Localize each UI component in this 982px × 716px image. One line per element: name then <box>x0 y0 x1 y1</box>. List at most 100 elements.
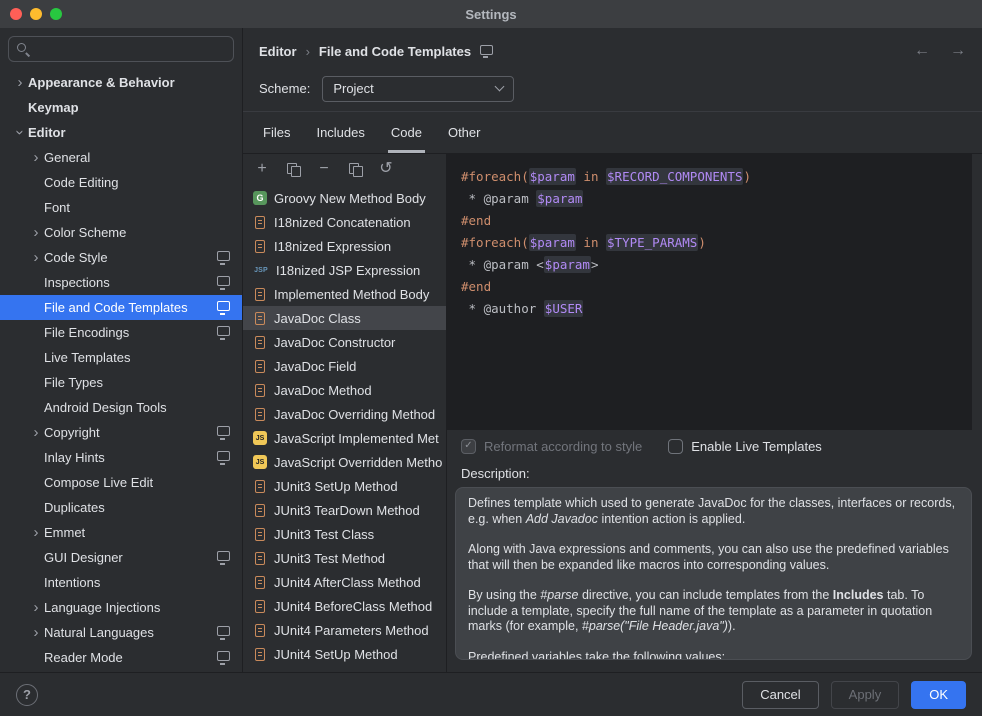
sidebar-item-compose-live-edit[interactable]: Compose Live Edit <box>0 470 242 495</box>
sidebar-item-language-injections[interactable]: ›Language Injections <box>0 595 242 620</box>
chevron-right-icon[interactable]: › <box>28 425 44 440</box>
sidebar-item-intentions[interactable]: Intentions <box>0 570 242 595</box>
chevron-right-icon[interactable]: › <box>28 250 44 265</box>
template-item-i18nized-concatenation[interactable]: I18nized Concatenation <box>243 210 446 234</box>
code-editor[interactable]: #foreach($param in $RECORD_COMPONENTS) *… <box>447 154 972 430</box>
sidebar-item-inlay-hints[interactable]: Inlay Hints <box>0 445 242 470</box>
jsp-icon: JSP <box>253 263 269 277</box>
template-item-javascript-implemented-met[interactable]: JSJavaScript Implemented Met <box>243 426 446 450</box>
sidebar-item-file-encodings[interactable]: File Encodings <box>0 320 242 345</box>
fullscreen-window-button[interactable] <box>50 8 62 20</box>
breadcrumb-item-editor[interactable]: Editor <box>259 44 297 59</box>
cancel-button[interactable]: Cancel <box>742 681 818 709</box>
template-item-javascript-overridden-metho[interactable]: JSJavaScript Overridden Metho <box>243 450 446 474</box>
reset-to-default-icon[interactable]: ↺ <box>378 161 394 177</box>
description-label: Description: <box>447 460 972 487</box>
template-item-junit4-afterclass-method[interactable]: JUnit4 AfterClass Method <box>243 570 446 594</box>
template-item-junit4-beforeclass-method[interactable]: JUnit4 BeforeClass Method <box>243 594 446 618</box>
chevron-right-icon[interactable]: › <box>28 625 44 640</box>
checkbox-enable-live-templates[interactable]: Enable Live Templates <box>668 439 822 454</box>
remove-template-icon[interactable]: − <box>316 161 332 177</box>
template-item-junit3-test-class[interactable]: JUnit3 Test Class <box>243 522 446 546</box>
template-item-junit4-setup-method[interactable]: JUnit4 SetUp Method <box>243 642 446 666</box>
template-item-implemented-method-body[interactable]: Implemented Method Body <box>243 282 446 306</box>
sidebar-item-color-scheme[interactable]: ›Color Scheme <box>0 220 242 245</box>
template-item-label: JavaDoc Class <box>274 311 361 326</box>
close-window-button[interactable] <box>10 8 22 20</box>
tab-other[interactable]: Other <box>445 112 484 153</box>
checked-checkbox-icon: ✓ <box>461 439 476 454</box>
add-template-icon[interactable]: + <box>254 161 270 177</box>
settings-sidebar: ›Appearance & Behavior Keymap ›Editor›Gene… <box>0 28 243 672</box>
chevron-right-icon[interactable]: › <box>28 225 44 240</box>
help-button[interactable]: ? <box>16 684 38 706</box>
template-item-junit3-test-method[interactable]: JUnit3 Test Method <box>243 546 446 570</box>
screen-icon <box>217 626 230 636</box>
chevron-right-icon[interactable]: › <box>28 600 44 615</box>
sidebar-item-label: Keymap <box>28 100 79 115</box>
sidebar-item-keymap[interactable]: Keymap <box>0 95 242 120</box>
chevron-right-icon[interactable]: › <box>12 75 28 90</box>
sidebar-item-appearance-behavior[interactable]: ›Appearance & Behavior <box>0 70 242 95</box>
sidebar-item-editor[interactable]: ›Editor <box>0 120 242 145</box>
ok-button[interactable]: OK <box>911 681 966 709</box>
sidebar-item-inspections[interactable]: Inspections <box>0 270 242 295</box>
sidebar-item-natural-languages[interactable]: ›Natural Languages <box>0 620 242 645</box>
create-child-template-icon[interactable] <box>285 161 301 177</box>
sidebar-item-general[interactable]: ›General <box>0 145 242 170</box>
sidebar-item-label: Font <box>44 200 70 215</box>
sidebar-item-code-editing[interactable]: Code Editing <box>0 170 242 195</box>
template-list-panel: + − ↺ GGroovy New Method BodyI18nized Conc… <box>243 154 447 672</box>
tab-code[interactable]: Code <box>388 112 425 153</box>
template-item-javadoc-constructor[interactable]: JavaDoc Constructor <box>243 330 446 354</box>
template-item-junit4-parameters-method[interactable]: JUnit4 Parameters Method <box>243 618 446 642</box>
screen-icon <box>217 301 230 311</box>
description-paragraph: Defines template which used to generate … <box>468 496 959 527</box>
chevron-right-icon[interactable]: › <box>28 150 44 165</box>
footer-buttons: CancelApplyOK <box>742 681 966 709</box>
sidebar-item-live-templates[interactable]: Live Templates <box>0 345 242 370</box>
chevron-right-icon[interactable]: › <box>28 525 44 540</box>
template-item-groovy-new-method-body[interactable]: GGroovy New Method Body <box>243 186 446 210</box>
description-panel: Defines template which used to generate … <box>455 487 972 660</box>
minimize-window-button[interactable] <box>30 8 42 20</box>
dialog-body: ›Appearance & BehaviorKeymap›Editor›Gene… <box>0 28 982 672</box>
sidebar-item-android-design-tools[interactable]: Android Design Tools <box>0 395 242 420</box>
template-item-javadoc-class[interactable]: JavaDoc Class <box>243 306 446 330</box>
chevron-down-icon[interactable]: › <box>13 125 28 141</box>
tab-files[interactable]: Files <box>260 112 293 153</box>
sidebar-item-label: Code Style <box>44 250 108 265</box>
sidebar-item-file-and-code-templates[interactable]: File and Code Templates <box>0 295 242 320</box>
breadcrumb-item-file-and-code-templates[interactable]: File and Code Templates <box>319 44 471 59</box>
sidebar-item-code-style[interactable]: ›Code Style <box>0 245 242 270</box>
checkbox-label: Enable Live Templates <box>691 439 822 454</box>
breadcrumb: Editor › File and Code Templates ← → <box>243 28 982 74</box>
template-item-i18nized-jsp-expression[interactable]: JSPI18nized JSP Expression <box>243 258 446 282</box>
template-item-i18nized-expression[interactable]: I18nized Expression <box>243 234 446 258</box>
back-arrow-icon[interactable]: ← <box>914 42 930 60</box>
settings-search[interactable] <box>8 36 234 62</box>
sidebar-item-emmet[interactable]: ›Emmet <box>0 520 242 545</box>
template-icon <box>255 288 265 301</box>
sidebar-item-copyright[interactable]: ›Copyright <box>0 420 242 445</box>
template-item-label: JavaScript Overridden Metho <box>274 455 442 470</box>
template-item-junit3-teardown-method[interactable]: JUnit3 TearDown Method <box>243 498 446 522</box>
template-item-javadoc-method[interactable]: JavaDoc Method <box>243 378 446 402</box>
template-item-javadoc-overriding-method[interactable]: JavaDoc Overriding Method <box>243 402 446 426</box>
copy-template-icon[interactable] <box>347 161 363 177</box>
forward-arrow-icon[interactable]: → <box>950 42 966 60</box>
sidebar-item-font[interactable]: Font <box>0 195 242 220</box>
search-input[interactable] <box>36 42 226 57</box>
sidebar-item-reader-mode[interactable]: Reader Mode <box>0 645 242 670</box>
sidebar-item-duplicates[interactable]: Duplicates <box>0 495 242 520</box>
tab-includes[interactable]: Includes <box>313 112 367 153</box>
sidebar-item-label: File and Code Templates <box>44 300 188 315</box>
sidebar-item-file-types[interactable]: File Types <box>0 370 242 395</box>
template-item-javadoc-field[interactable]: JavaDoc Field <box>243 354 446 378</box>
template-item-junit3-setup-method[interactable]: JUnit3 SetUp Method <box>243 474 446 498</box>
unchecked-checkbox-icon[interactable] <box>668 439 683 454</box>
sidebar-item-gui-designer[interactable]: GUI Designer <box>0 545 242 570</box>
template-icon <box>255 504 265 517</box>
search-icon <box>16 42 30 56</box>
scheme-dropdown[interactable]: Project <box>322 76 514 102</box>
